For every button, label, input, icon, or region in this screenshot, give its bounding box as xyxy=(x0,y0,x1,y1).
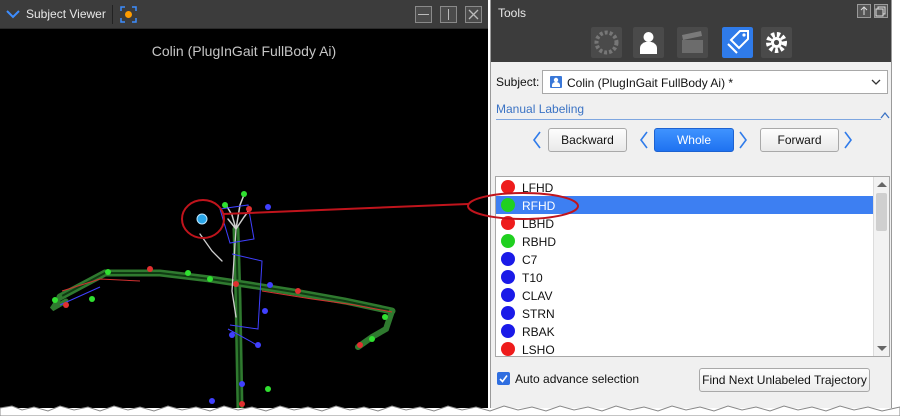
marker-label: RFHD xyxy=(522,199,556,213)
marker-status-dot xyxy=(501,306,515,320)
subject-select[interactable]: Colin (PlugInGait FullBody Ai) * xyxy=(542,70,888,94)
list-item[interactable]: CLAV xyxy=(496,286,874,304)
viewer-title: Subject Viewer xyxy=(26,7,106,21)
pin-icon xyxy=(860,6,868,15)
manual-labeling-header[interactable]: Manual Labeling xyxy=(496,102,584,116)
list-item[interactable]: LBHD xyxy=(496,214,874,232)
whole-button[interactable]: Whole xyxy=(654,128,734,152)
restore-icon xyxy=(875,6,886,17)
marker-status-dot xyxy=(501,252,515,266)
list-item-selected[interactable]: RFHD xyxy=(496,196,874,214)
gear-icon[interactable] xyxy=(761,27,792,58)
chevron-down-icon xyxy=(871,79,881,85)
auto-advance-checkbox[interactable] xyxy=(497,372,510,385)
tools-title: Tools xyxy=(498,6,527,20)
subject-viewer-panel: Subject Viewer Colin (PlugInGait FullBod… xyxy=(0,0,488,408)
toolbar-divider xyxy=(112,5,113,24)
close-view-button[interactable] xyxy=(465,6,482,23)
subject-person-icon xyxy=(550,76,562,88)
marker-status-dot xyxy=(501,342,515,356)
marker-label: RBAK xyxy=(522,325,555,339)
list-item[interactable]: C7 xyxy=(496,250,874,268)
scroll-up-icon[interactable] xyxy=(877,182,887,187)
split-vertical-icon xyxy=(448,9,449,20)
marker-status-dot xyxy=(501,288,515,302)
viewer-toolbar: Subject Viewer xyxy=(0,0,488,29)
tools-header: Tools xyxy=(491,0,891,62)
close-icon xyxy=(468,9,479,20)
marker-label: C7 xyxy=(522,253,538,267)
clapperboard-icon[interactable] xyxy=(677,27,708,58)
list-scrollbar[interactable] xyxy=(873,177,889,356)
chevron-down-icon[interactable] xyxy=(5,7,21,21)
collapse-section-icon[interactable] xyxy=(880,111,890,119)
arm-segment xyxy=(56,269,396,315)
marker-label: LBHD xyxy=(522,217,555,231)
marker-label: CLAV xyxy=(522,289,553,303)
subject-label: Subject: xyxy=(496,75,540,89)
circle-grid-icon[interactable] xyxy=(591,27,622,58)
marker-label: STRN xyxy=(522,307,555,321)
torn-edge-decoration xyxy=(0,405,900,416)
section-divider xyxy=(496,119,881,120)
checkmark-icon xyxy=(499,375,508,383)
forward-button[interactable]: Forward xyxy=(760,128,839,152)
split-vertical-button[interactable] xyxy=(440,6,457,23)
marker-label: LFHD xyxy=(522,181,554,195)
list-item[interactable]: T10 xyxy=(496,268,874,286)
auto-advance-label: Auto advance selection xyxy=(515,372,640,386)
chevron-right-icon[interactable] xyxy=(842,130,854,150)
subject-value: Colin (PlugInGait FullBody Ai) * xyxy=(567,76,734,90)
scroll-down-icon[interactable] xyxy=(877,346,887,351)
split-horizontal-button[interactable] xyxy=(415,6,432,23)
list-item[interactable]: LSHO xyxy=(496,340,874,357)
list-item[interactable]: STRN xyxy=(496,304,874,322)
skeleton-3d-view[interactable] xyxy=(0,29,488,408)
chevron-left-icon[interactable] xyxy=(531,130,543,150)
scroll-thumb[interactable] xyxy=(876,193,887,231)
float-panel-button[interactable] xyxy=(857,4,871,18)
marker-status-dot xyxy=(501,234,515,248)
marker-status-dot xyxy=(501,198,515,212)
subject-row: Subject: Colin (PlugInGait FullBody Ai) … xyxy=(491,66,891,96)
split-horizontal-icon xyxy=(418,14,429,15)
marker-status-dot xyxy=(501,270,515,284)
tools-panel: Tools Subject: Colin (PlugInGait FullBod… xyxy=(490,0,892,408)
marker-status-dot xyxy=(501,324,515,338)
label-tag-icon[interactable] xyxy=(722,27,753,58)
marker-label: T10 xyxy=(522,271,543,285)
marker-list[interactable]: LFHD RFHD LBHD RBHD C7 T10 CLAV STRN RBA… xyxy=(495,176,890,357)
selected-marker-point xyxy=(196,213,208,225)
focus-target-icon[interactable] xyxy=(119,5,138,24)
person-icon[interactable] xyxy=(633,27,664,58)
list-item[interactable]: RBHD xyxy=(496,232,874,250)
marker-status-dot xyxy=(501,180,515,194)
find-next-unlabeled-button[interactable]: Find Next Unlabeled Trajectory xyxy=(699,368,870,392)
list-item[interactable]: LFHD xyxy=(496,178,874,196)
restore-panel-button[interactable] xyxy=(874,4,888,18)
list-item[interactable]: RBAK xyxy=(496,322,874,340)
chevron-left-icon[interactable] xyxy=(638,130,650,150)
marker-label: RBHD xyxy=(522,235,557,249)
chevron-right-icon[interactable] xyxy=(737,130,749,150)
marker-status-dot xyxy=(501,216,515,230)
marker-label: LSHO xyxy=(522,343,555,357)
backward-button[interactable]: Backward xyxy=(548,128,627,152)
